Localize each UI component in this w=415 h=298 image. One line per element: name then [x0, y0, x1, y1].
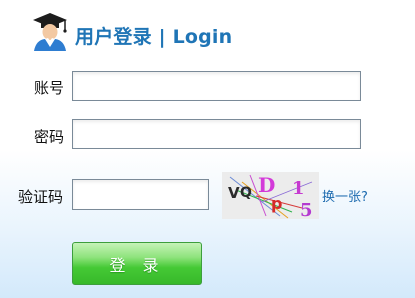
svg-text:1: 1 [292, 178, 305, 199]
password-label: 密码 [34, 128, 65, 146]
page-title: 用户登录 | Login [75, 26, 233, 48]
captcha-input[interactable] [72, 179, 209, 210]
login-button[interactable]: 登 录 [72, 242, 202, 285]
captcha-label: 验证码 [18, 188, 64, 206]
refresh-captcha-link[interactable]: 换一张? [322, 186, 368, 205]
password-input[interactable] [72, 119, 361, 149]
account-label: 账号 [34, 79, 65, 97]
account-input[interactable] [72, 71, 361, 101]
user-avatar-icon [32, 13, 68, 51]
svg-text:5: 5 [300, 200, 313, 219]
svg-text:p: p [271, 194, 282, 213]
svg-text:V: V [228, 184, 240, 202]
captcha-image[interactable]: V Q D p 1 5 [222, 172, 319, 221]
svg-text:Q: Q [240, 185, 252, 201]
